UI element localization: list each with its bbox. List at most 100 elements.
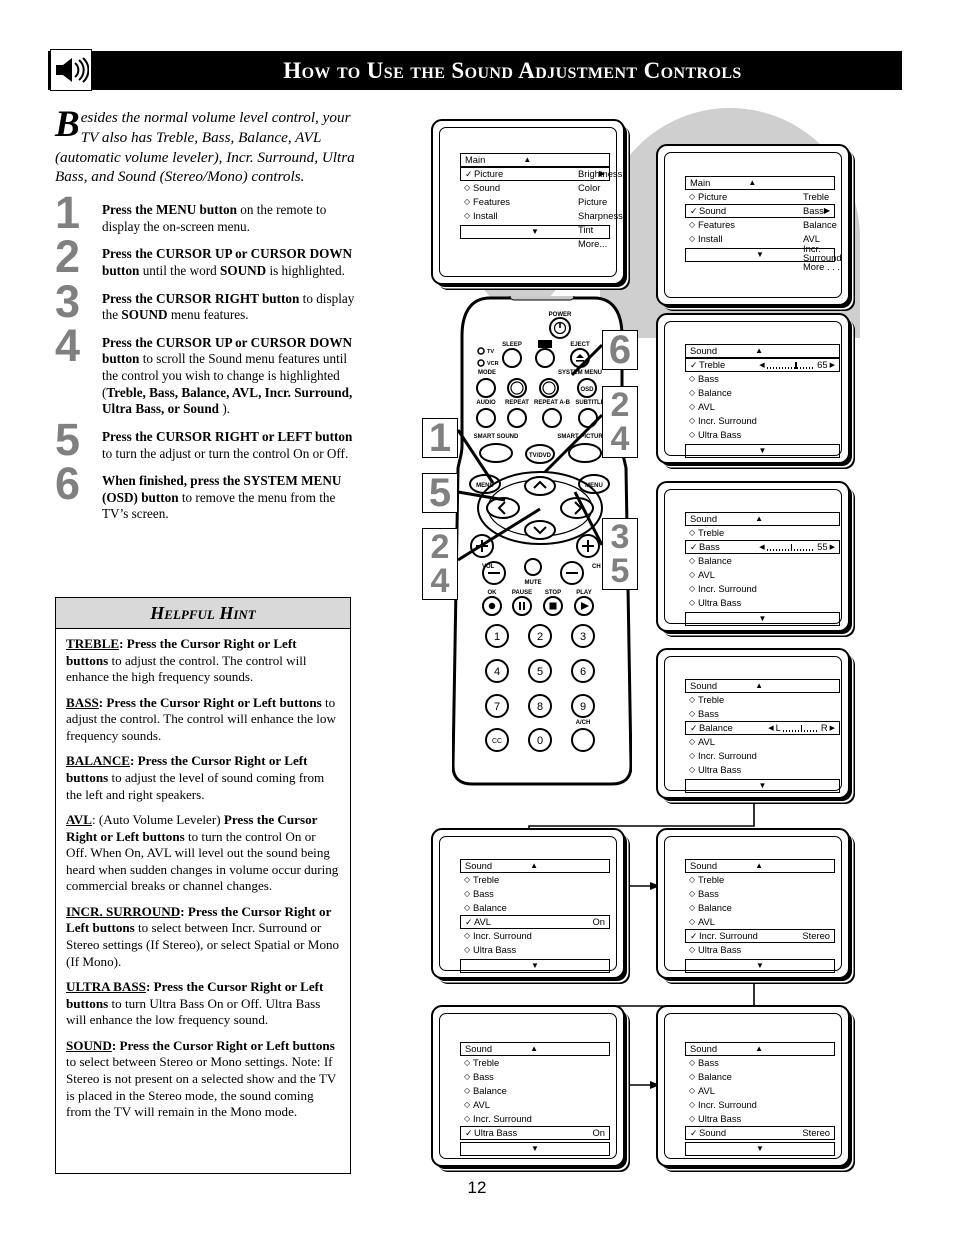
hint-paragraph-avl: AVL: (Auto Volume Leveler) Press the Cur… bbox=[66, 812, 339, 894]
osd-item-bass[interactable]: ◇ Bass bbox=[460, 887, 610, 901]
slider-right-arrow-icon[interactable]: ▶ bbox=[830, 544, 835, 551]
osd-submenu-item[interactable]: Bass bbox=[803, 204, 842, 218]
osd-submenu-item[interactable]: Sharpness bbox=[578, 209, 623, 223]
scroll-up-icon[interactable]: ▲ bbox=[755, 862, 763, 870]
osd-submenu-item[interactable]: Color bbox=[578, 181, 623, 195]
slider-knob[interactable] bbox=[800, 724, 803, 732]
slider-knob[interactable] bbox=[795, 361, 797, 369]
scroll-up-icon[interactable]: ▲ bbox=[755, 682, 763, 690]
osd-item-ultra-bass[interactable]: ◇ Ultra Bass bbox=[685, 428, 840, 442]
osd-submenu-item[interactable]: Incr. Surround bbox=[803, 243, 842, 262]
svg-text:A/CH: A/CH bbox=[576, 720, 591, 726]
osd-item-ultra-bass[interactable]: ◇ Ultra Bass bbox=[460, 943, 610, 957]
scroll-down-icon[interactable]: ▼ bbox=[685, 779, 840, 793]
osd-menu-sound-avl[interactable]: Sound ▲ ◇ Treble ◇ Bass ◇ Balance ✓ AVL On ◇ Incr. S… bbox=[460, 859, 610, 973]
osd-item-incr-surround[interactable]: ◇ Incr. Surround bbox=[460, 929, 610, 943]
slider-left-arrow-icon[interactable]: ◀ bbox=[759, 544, 764, 551]
osd-item-ultra-bass[interactable]: ◇ Ultra Bass bbox=[685, 596, 840, 610]
osd-menu-sound-treble[interactable]: Sound ▲ ✓ Treble ◀ 65 ▶ ◇ Bass ◇ Balance ◇ AVL ◇ Incr.… bbox=[685, 344, 840, 458]
osd-item-sound[interactable]: ✓ Sound Stereo bbox=[685, 1126, 835, 1140]
osd-item-avl[interactable]: ◇ AVL bbox=[685, 568, 840, 582]
osd-item-incr-surround[interactable]: ◇ Incr. Surround bbox=[460, 1112, 610, 1126]
osd-slider[interactable]: ◀ 65 ▶ bbox=[759, 360, 835, 370]
osd-submenu-item[interactable]: Tint bbox=[578, 223, 623, 237]
osd-item-treble[interactable]: ◇ Treble bbox=[685, 693, 840, 707]
osd-menu-sound-bass[interactable]: Sound ▲ ◇ Treble ✓ Bass ◀ 55 ▶ ◇ Balance ◇ AVL ◇ Incr.… bbox=[685, 512, 840, 626]
slider-right-arrow-icon[interactable]: ▶ bbox=[830, 725, 835, 732]
osd-item-avl[interactable]: ◇ AVL bbox=[685, 915, 835, 929]
osd-item-balance[interactable]: ◇ Balance bbox=[685, 554, 840, 568]
osd-item-ultra-bass[interactable]: ✓ Ultra Bass On bbox=[460, 1126, 610, 1140]
osd-submenu-item[interactable]: Picture bbox=[578, 195, 623, 209]
scroll-up-icon[interactable]: ▲ bbox=[755, 1045, 763, 1053]
osd-item-avl[interactable]: ◇ AVL bbox=[460, 1098, 610, 1112]
osd-menu-sound-balance[interactable]: Sound ▲ ◇ Treble ◇ Bass ✓ Balance ◀ L R ▶ ◇ AVL ◇ Incr.… bbox=[685, 679, 840, 793]
diamond-bullet-icon: ◇ bbox=[689, 598, 696, 607]
scroll-down-icon[interactable]: ▼ bbox=[460, 1142, 610, 1156]
osd-slider[interactable]: ◀ 55 ▶ bbox=[759, 542, 835, 552]
osd-item-incr-surround[interactable]: ◇ Incr. Surround bbox=[685, 1098, 835, 1112]
slider-left-arrow-icon[interactable]: ◀ bbox=[768, 725, 773, 732]
osd-item-bass[interactable]: ◇ Bass bbox=[685, 1056, 835, 1070]
osd-submenu-item[interactable]: More... bbox=[578, 237, 623, 251]
osd-menu-sound-stereo[interactable]: Sound ▲ ◇ Bass ◇ Balance ◇ AVL ◇ Incr. Surround ◇ U… bbox=[685, 1042, 835, 1156]
osd-menu-main-sound[interactable]: Main ▲ ◇ Picture ✓ Sound ▶ ◇ Features ◇ Install ▼ Tr… bbox=[685, 176, 842, 271]
scroll-down-icon[interactable]: ▼ bbox=[685, 1142, 835, 1156]
osd-item-treble[interactable]: ◇ Treble bbox=[685, 873, 835, 887]
osd-item-label: Ultra Bass bbox=[698, 944, 742, 956]
scroll-down-icon[interactable]: ▼ bbox=[685, 444, 840, 458]
scroll-up-icon[interactable]: ▲ bbox=[755, 347, 763, 355]
osd-item-incr-surround[interactable]: ✓ Incr. Surround Stereo bbox=[685, 929, 835, 943]
osd-submenu-item[interactable]: More . . . bbox=[803, 260, 842, 274]
osd-item-incr-surround[interactable]: ◇ Incr. Surround bbox=[685, 414, 840, 428]
osd-menu-main-picture[interactable]: Main ▲ ✓ Picture ▶ ◇ Sound ◇ Features ◇ Install ▼ Br… bbox=[460, 153, 623, 248]
tv-bezel-inner: Sound ▲ ◇ Treble ◇ Bass ◇ Balance ✓ AVL On ◇ Incr. S… bbox=[439, 836, 617, 973]
osd-item-balance[interactable]: ◇ Balance bbox=[685, 386, 840, 400]
osd-item-balance[interactable]: ◇ Balance bbox=[460, 1084, 610, 1098]
osd-item-treble[interactable]: ✓ Treble ◀ 65 ▶ bbox=[685, 358, 840, 372]
osd-item-bass[interactable]: ◇ Bass bbox=[460, 1070, 610, 1084]
osd-item-bass[interactable]: ✓ Bass ◀ 55 ▶ bbox=[685, 540, 840, 554]
osd-item-avl[interactable]: ◇ AVL bbox=[685, 1084, 835, 1098]
scroll-up-icon[interactable]: ▲ bbox=[530, 1045, 538, 1053]
osd-submenu-item[interactable]: Treble bbox=[803, 190, 842, 204]
osd-item-ultra-bass[interactable]: ◇ Ultra Bass bbox=[685, 763, 840, 777]
osd-balance-slider[interactable]: ◀ L R ▶ bbox=[768, 723, 835, 733]
osd-item-treble[interactable]: ◇ Treble bbox=[460, 873, 610, 887]
osd-item-incr-surround[interactable]: ◇ Incr. Surround bbox=[685, 582, 840, 596]
slider-track[interactable] bbox=[766, 543, 813, 551]
osd-item-treble[interactable]: ◇ Treble bbox=[460, 1056, 610, 1070]
slider-left-arrow-icon[interactable]: ◀ bbox=[759, 362, 764, 369]
osd-item-bass[interactable]: ◇ Bass bbox=[685, 707, 840, 721]
osd-submenu-item[interactable]: Brightness bbox=[578, 167, 623, 181]
osd-item-balance[interactable]: ◇ Balance bbox=[685, 901, 835, 915]
osd-item-ultra-bass[interactable]: ◇ Ultra Bass bbox=[685, 943, 835, 957]
osd-item-balance[interactable]: ◇ Balance bbox=[460, 901, 610, 915]
osd-item-avl[interactable]: ✓ AVL On bbox=[460, 915, 610, 929]
osd-item-avl[interactable]: ◇ AVL bbox=[685, 735, 840, 749]
slider-track[interactable] bbox=[782, 724, 819, 732]
osd-item-avl[interactable]: ◇ AVL bbox=[685, 400, 840, 414]
osd-item-label: Treble bbox=[699, 359, 726, 371]
diamond-bullet-icon: ◇ bbox=[689, 945, 696, 954]
scroll-up-icon[interactable]: ▲ bbox=[530, 862, 538, 870]
scroll-down-icon[interactable]: ▼ bbox=[460, 959, 610, 973]
slider-right-arrow-icon[interactable]: ▶ bbox=[830, 362, 835, 369]
scroll-down-icon[interactable]: ▼ bbox=[685, 612, 840, 626]
osd-item-bass[interactable]: ◇ Bass bbox=[685, 372, 840, 386]
osd-menu-sound-incr-surround[interactable]: Sound ▲ ◇ Treble ◇ Bass ◇ Balance ◇ AVL ✓ Incr. Sur… bbox=[685, 859, 835, 973]
scroll-down-icon[interactable]: ▼ bbox=[685, 959, 835, 973]
osd-menu-sound-ultra-bass[interactable]: Sound ▲ ◇ Treble ◇ Bass ◇ Balance ◇ AVL ◇ Incr. Sur… bbox=[460, 1042, 610, 1156]
slider-track[interactable] bbox=[766, 361, 813, 369]
osd-item-treble[interactable]: ◇ Treble bbox=[685, 526, 840, 540]
osd-item-ultra-bass[interactable]: ◇ Ultra Bass bbox=[685, 1112, 835, 1126]
osd-item-balance[interactable]: ◇ Balance bbox=[685, 1070, 835, 1084]
osd-submenu-item[interactable]: Balance bbox=[803, 218, 842, 232]
scroll-up-icon[interactable]: ▲ bbox=[755, 515, 763, 523]
osd-item-bass[interactable]: ◇ Bass bbox=[685, 887, 835, 901]
scroll-up-icon[interactable]: ▲ bbox=[523, 156, 531, 164]
osd-item-incr-surround[interactable]: ◇ Incr. Surround bbox=[685, 749, 840, 763]
scroll-up-icon[interactable]: ▲ bbox=[748, 179, 756, 187]
osd-item-balance[interactable]: ✓ Balance ◀ L R ▶ bbox=[685, 721, 840, 735]
slider-knob[interactable] bbox=[790, 543, 793, 551]
